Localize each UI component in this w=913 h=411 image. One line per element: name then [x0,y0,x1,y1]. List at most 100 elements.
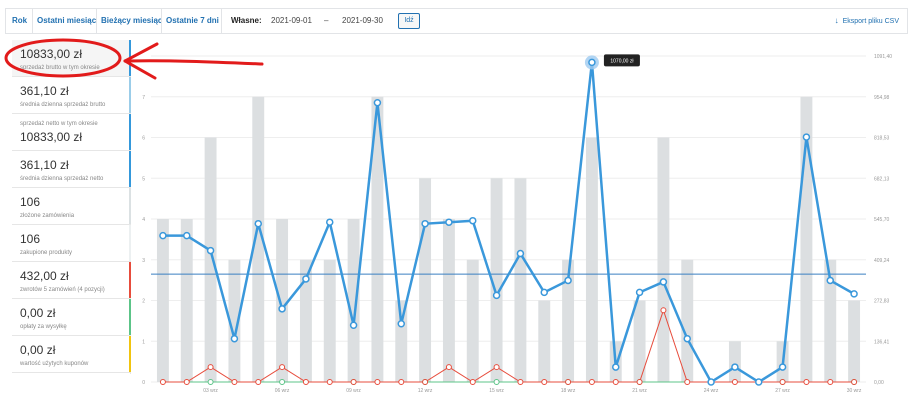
refund-point-29 [827,379,834,385]
bar-orders-17 [538,300,551,382]
gross-sales-point-16 [516,249,525,258]
bar-orders-30 [848,300,861,382]
gross-sales-point-05 [254,219,262,228]
gross-sales-point-10 [373,98,382,107]
tab-divider [161,9,162,33]
left-axis-tick-label: 5 [142,176,145,182]
tab-current-month[interactable]: Bieżący miesiąc [101,9,162,33]
date-to-input[interactable]: 2021-09-30 [342,9,383,33]
legend-item-refunds[interactable]: 432,00 zł zwrotów 5 zamówień (4 pozycji) [12,262,131,299]
legend-value: 361,10 zł [20,158,69,172]
gross-sales-point-21 [635,288,644,297]
bar-orders-23 [681,259,694,382]
x-axis-tick-label: 21 wrz [632,388,647,394]
bar-orders-12 [419,178,432,382]
bar-orders-16 [514,178,527,382]
refund-point-25 [731,379,738,385]
legend-item-avg-gross-sales[interactable]: 361,10 zł średnia dzienna sprzedaż brutt… [12,77,131,114]
right-axis-tick-label: 954,98 [874,95,890,101]
gross-sales-point-08 [326,218,334,226]
bar-orders-06 [276,219,289,382]
left-axis-tick-label: 1 [142,339,145,345]
legend-label: złożone zamówienia [20,213,75,219]
tab-year[interactable]: Rok [12,9,27,33]
legend-item-shipping[interactable]: 0,00 zł opłaty za wysyłkę [12,299,131,336]
gross-sales-point-15 [492,291,501,300]
refund-point-16 [517,379,524,385]
refund-point-08 [326,379,333,385]
date-from-input[interactable]: 2021-09-01 [271,9,312,33]
gross-sales-point-06 [278,305,286,313]
gross-sales-point-01 [159,231,167,240]
left-axis-tick-label: 2 [142,299,145,305]
legend-item-products[interactable]: 106 zakupione produkty [12,225,131,262]
gross-sales-point-14 [469,216,477,225]
sales-chart: 0,00 136,41 272,83 409,24 545,70 682,13 818,53… [142,54,892,394]
legend-label: zwrotów 5 zamówień (4 pozycji) [20,287,105,293]
refund-point-30 [851,379,858,385]
gross-sales-point-09 [349,321,358,329]
right-axis-tick-label: 409,24 [874,258,890,264]
legend-item-avg-net-sales[interactable]: 361,10 zł średnia dzienna sprzedaż netto [12,151,131,188]
legend-value: 106 [20,232,41,246]
shipping-point-15 [493,379,500,385]
refund-point-09 [350,379,357,385]
shipping-point-03 [207,379,214,385]
gross-sales-point-17 [540,288,548,297]
tab-divider [32,9,33,33]
gross-sales-point-23 [683,334,691,343]
gross-sales-point-25 [731,363,739,371]
refund-point-05 [255,379,262,385]
right-axis-tick-label: 545,70 [874,217,890,223]
tab-divider [221,9,222,33]
left-axis-tick-label: 3 [142,258,145,264]
x-axis-tick-label: 09 wrz [346,388,361,394]
gross-sales-point-20 [612,363,620,371]
bar-orders-19 [585,137,598,382]
refund-point-13 [445,364,452,371]
bar-orders-14 [466,259,479,382]
gross-sales-point-22 [659,278,668,286]
refund-point-22 [660,307,667,314]
right-axis-tick-label: 1091,40 [874,54,892,60]
gross-sales-point-04 [230,334,239,343]
tab-divider [96,9,97,33]
legend-item-orders[interactable]: 106 złożone zamówienia [12,188,131,225]
gross-sales-point-19 [588,58,596,67]
gross-sales-point-02 [183,231,191,240]
export-csv-link[interactable]: ↓ Eksport pliku CSV [835,9,899,33]
x-axis-tick-label: 12 wrz [418,388,433,394]
gross-sales-point-27 [778,363,787,371]
bar-orders-13 [442,219,455,382]
legend-label: średnia dzienna sprzedaż netto [20,176,104,182]
tab-last-month[interactable]: Ostatni miesiąc [37,9,96,33]
refund-point-11 [398,379,405,385]
tab-last-7-days[interactable]: Ostatnie 7 dni [166,9,219,33]
legend-item-gross-sales[interactable]: 10833,00 zł sprzedaż brutto w tym okresi… [12,40,131,77]
refund-point-28 [803,379,810,385]
legend-value: 106 [20,195,41,209]
refund-point-07 [302,379,309,385]
bar-orders-03 [204,137,217,382]
left-axis-tick-label: 6 [142,136,145,142]
right-axis-tick-label: 136,41 [874,339,890,345]
refund-point-03 [207,364,214,371]
legend-item-net-sales[interactable]: sprzedaż netto w tym okresie 10833,00 zł [12,114,131,151]
legend-label: średnia dzienna sprzedaż brutto [20,102,106,108]
gross-sales-point-12 [421,219,429,228]
bar-orders-02 [180,219,193,382]
bar-orders-01 [156,219,169,382]
bar-orders-08 [323,259,336,382]
legend-label: wartość użytych kuponów [20,361,89,367]
x-axis-tick-label: 06 wrz [275,388,290,394]
go-button[interactable]: Idź [398,13,420,29]
download-icon: ↓ [834,16,839,25]
refund-point-23 [684,379,691,385]
refund-point-04 [231,379,238,385]
legend-label: zakupione produkty [20,250,73,256]
x-axis-tick-label: 27 wrz [775,388,790,394]
legend-value: 0,00 zł [20,306,56,320]
legend-item-coupons[interactable]: 0,00 zł wartość użytych kuponów [12,336,131,373]
refund-point-01 [159,379,166,385]
custom-range-label: Własne: [231,16,262,25]
